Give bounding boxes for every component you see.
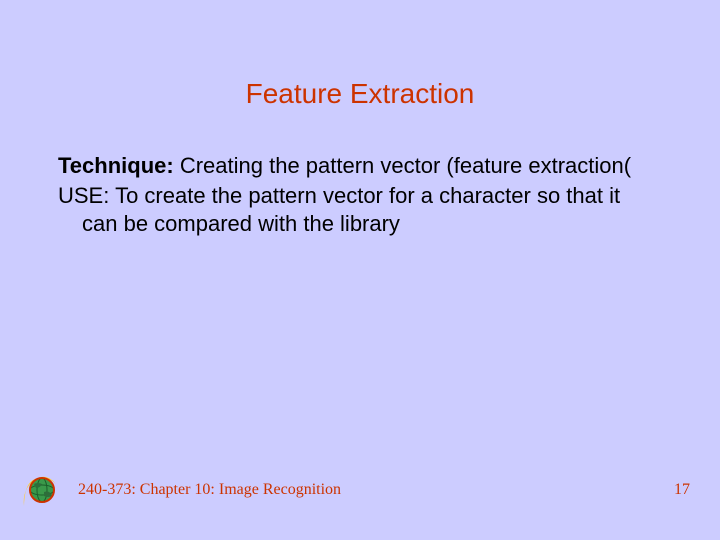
- footer-chapter: 240-373: Chapter 10: Image Recognition: [78, 481, 341, 499]
- technique-text: Creating the pattern vector (feature ext…: [174, 153, 631, 178]
- globe-logo-icon: [20, 470, 60, 510]
- slide-title: Feature Extraction: [0, 0, 720, 110]
- use-line: USE: To create the pattern vector for a …: [58, 182, 660, 238]
- footer: 240-373: Chapter 10: Image Recognition 1…: [0, 470, 720, 510]
- technique-line: Technique: Creating the pattern vector (…: [58, 152, 660, 180]
- footer-left: 240-373: Chapter 10: Image Recognition: [20, 470, 341, 510]
- technique-label: Technique:: [58, 153, 174, 178]
- slide-body: Technique: Creating the pattern vector (…: [0, 110, 720, 238]
- page-number: 17: [674, 481, 690, 499]
